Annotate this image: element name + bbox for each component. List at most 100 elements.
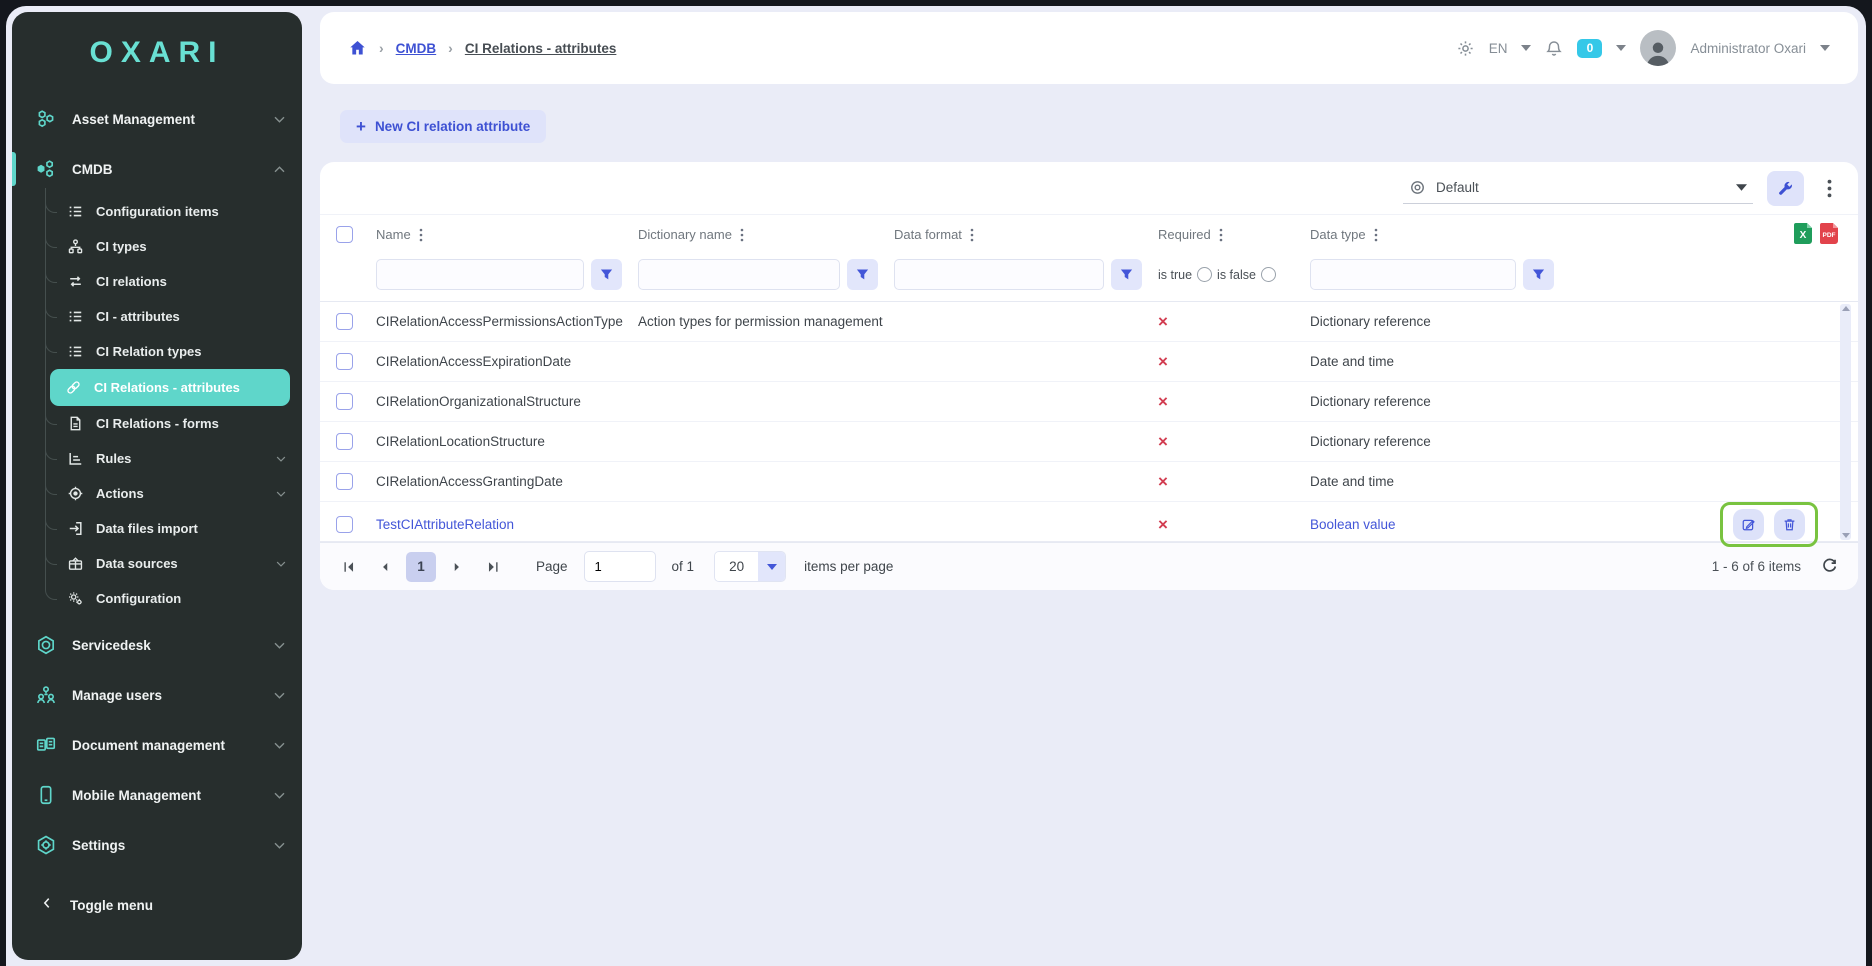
breadcrumb-separator: ›: [379, 40, 384, 56]
import-icon: [66, 520, 84, 538]
row-checkbox[interactable]: [336, 393, 353, 410]
column-menu-icon[interactable]: [1219, 228, 1223, 242]
page-size-value: 20: [715, 552, 758, 581]
chevron-down-icon[interactable]: [1521, 45, 1531, 51]
select-all-checkbox[interactable]: [336, 226, 353, 243]
next-page-button[interactable]: [442, 552, 472, 582]
data-type-filter-button[interactable]: [1523, 259, 1554, 290]
breadcrumb-current[interactable]: CI Relations - attributes: [465, 41, 617, 56]
funnel-icon: [1119, 267, 1134, 282]
plus-icon: +: [356, 118, 366, 135]
chevron-down-icon[interactable]: [1820, 45, 1830, 51]
more-options-kebab-button[interactable]: [1818, 171, 1840, 206]
sidebar-item-ci-types[interactable]: CI types: [12, 229, 302, 264]
sidebar-item-ci-relation-types[interactable]: CI Relation types: [12, 334, 302, 369]
row-checkbox[interactable]: [336, 473, 353, 490]
sidebar-item-cmdb[interactable]: CMDB: [12, 144, 302, 194]
column-header-data-type[interactable]: Data type: [1310, 227, 1570, 242]
name-filter-input[interactable]: [376, 259, 584, 290]
row-checkbox[interactable]: [336, 516, 353, 533]
sidebar-item-settings[interactable]: Settings: [12, 820, 302, 870]
list-icon: [66, 203, 84, 221]
toggle-menu-button[interactable]: Toggle menu: [12, 880, 302, 930]
cell-type: Date and time: [1310, 354, 1570, 369]
table-row[interactable]: CIRelationAccessPermissionsActionType Ac…: [320, 302, 1858, 342]
page-number-button[interactable]: 1: [406, 552, 436, 582]
column-menu-icon[interactable]: [1374, 228, 1378, 242]
language-selector[interactable]: EN: [1489, 41, 1508, 56]
view-selector[interactable]: Default: [1403, 172, 1753, 204]
row-checkbox[interactable]: [336, 353, 353, 370]
gears-icon: [66, 590, 84, 608]
sidebar-item-ci-relations-forms[interactable]: CI Relations - forms: [12, 406, 302, 441]
column-menu-icon[interactable]: [970, 228, 974, 242]
bell-icon[interactable]: [1545, 39, 1563, 58]
previous-page-button[interactable]: [370, 552, 400, 582]
edit-button[interactable]: [1733, 509, 1764, 540]
column-menu-icon[interactable]: [419, 228, 423, 242]
sidebar-item-manage-users[interactable]: Manage users: [12, 670, 302, 720]
gear-icon[interactable]: [1456, 39, 1475, 58]
is-false-radio[interactable]: [1261, 267, 1276, 282]
data-format-filter-button[interactable]: [1111, 259, 1142, 290]
table-row[interactable]: CIRelationAccessExpirationDate × Date an…: [320, 342, 1858, 382]
sidebar-item-rules[interactable]: Rules: [12, 441, 302, 476]
is-true-radio[interactable]: [1197, 267, 1212, 282]
sidebar-item-label: CI Relation types: [96, 344, 288, 359]
data-type-filter-input[interactable]: [1310, 259, 1516, 290]
sidebar-item-data-files-import[interactable]: Data files import: [12, 511, 302, 546]
notification-badge[interactable]: 0: [1577, 39, 1602, 58]
sidebar-item-servicedesk[interactable]: Servicedesk: [12, 620, 302, 670]
table-row[interactable]: CIRelationAccessGrantingDate × Date and …: [320, 462, 1858, 502]
sidebar-item-document-management[interactable]: Document management: [12, 720, 302, 770]
sidebar-item-ci-attributes[interactable]: CI - attributes: [12, 299, 302, 334]
chevron-down-icon: [274, 116, 286, 123]
row-checkbox[interactable]: [336, 433, 353, 450]
sidebar-item-ci-relations[interactable]: CI relations: [12, 264, 302, 299]
cell-name[interactable]: TestCIAttributeRelation: [376, 517, 638, 532]
chevron-down-icon[interactable]: [1616, 45, 1626, 51]
table-row[interactable]: CIRelationOrganizationalStructure × Dict…: [320, 382, 1858, 422]
sidebar-item-label: Settings: [72, 838, 260, 853]
home-icon[interactable]: [348, 39, 367, 57]
sidebar-item-mobile-management[interactable]: Mobile Management: [12, 770, 302, 820]
delete-button[interactable]: [1774, 509, 1805, 540]
first-page-button[interactable]: [334, 552, 364, 582]
column-header-name[interactable]: Name: [376, 227, 638, 242]
cell-name: CIRelationAccessExpirationDate: [376, 354, 638, 369]
cmdb-icon: [34, 157, 58, 181]
grid-settings-wrench-button[interactable]: [1767, 171, 1804, 206]
new-ci-relation-attribute-button[interactable]: + New CI relation attribute: [340, 110, 546, 143]
avatar[interactable]: [1640, 30, 1676, 66]
table-row[interactable]: CIRelationLocationStructure × Dictionary…: [320, 422, 1858, 462]
dictionary-name-filter-input[interactable]: [638, 259, 840, 290]
row-checkbox[interactable]: [336, 313, 353, 330]
refresh-button[interactable]: [1821, 558, 1838, 575]
table-row-selected[interactable]: TestCIAttributeRelation × Boolean value: [320, 502, 1858, 542]
data-format-filter-input[interactable]: [894, 259, 1104, 290]
name-filter-button[interactable]: [591, 259, 622, 290]
user-name[interactable]: Administrator Oxari: [1690, 41, 1806, 56]
column-menu-icon[interactable]: [740, 228, 744, 242]
items-range-label: 1 - 6 of 6 items: [1712, 559, 1801, 574]
sidebar-item-configuration[interactable]: Configuration: [12, 581, 302, 616]
dictionary-name-filter-button[interactable]: [847, 259, 878, 290]
sidebar-item-data-sources[interactable]: Data sources: [12, 546, 302, 581]
last-page-button[interactable]: [478, 552, 508, 582]
table-scrollbar[interactable]: [1840, 304, 1851, 540]
sidebar-item-asset-management[interactable]: Asset Management: [12, 94, 302, 144]
sidebar-item-configuration-items[interactable]: Configuration items: [12, 194, 302, 229]
sidebar-item-actions[interactable]: Actions: [12, 476, 302, 511]
column-header-data-format[interactable]: Data format: [894, 227, 1158, 242]
sidebar-item-ci-relations-attributes[interactable]: CI Relations - attributes: [50, 369, 290, 406]
required-filter: is true is false: [1158, 267, 1310, 282]
breadcrumb-link-cmdb[interactable]: CMDB: [396, 41, 437, 56]
column-header-required[interactable]: Required: [1158, 227, 1310, 242]
export-pdf-icon[interactable]: PDF: [1820, 223, 1838, 247]
required-false-icon: ×: [1158, 433, 1310, 450]
column-header-dictionary-name[interactable]: Dictionary name: [638, 227, 894, 242]
page-size-select[interactable]: 20: [714, 551, 786, 582]
export-excel-icon[interactable]: X: [1794, 223, 1812, 247]
page-number-input[interactable]: [584, 551, 656, 582]
chevron-down-icon: [274, 842, 286, 849]
